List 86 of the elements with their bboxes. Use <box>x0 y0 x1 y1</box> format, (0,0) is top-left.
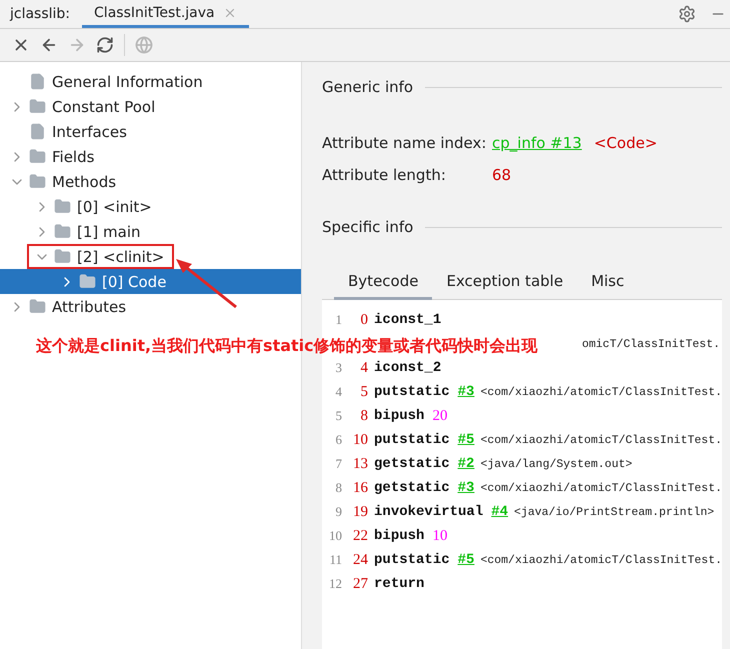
tree-item[interactable]: [0] <init> <box>0 194 302 219</box>
folder-icon <box>54 248 71 265</box>
tree-item[interactable]: Attributes <box>0 294 302 319</box>
file-tab[interactable]: ClassInitTest.java <box>82 0 249 28</box>
opcode: iconst_2 <box>374 360 442 376</box>
comment: omicT/ClassInitTest. <box>582 338 720 350</box>
comment: <com/xiaozhi/atomicT/ClassInitTest. <box>480 434 722 446</box>
offset: 24 <box>352 552 368 568</box>
attribute-label: Attribute name index: <box>322 134 488 152</box>
tab[interactable]: Exception table <box>432 266 578 300</box>
attribute-label: Attribute length: <box>322 166 447 184</box>
tree-item[interactable]: Constant Pool <box>0 94 302 119</box>
opcode: putstatic <box>374 384 450 400</box>
file-icon <box>29 123 46 140</box>
offset: 16 <box>352 480 368 496</box>
tree-item-label: [0] <init> <box>77 198 152 216</box>
section-title: Specific info <box>322 218 414 236</box>
refresh-button[interactable] <box>96 36 114 54</box>
tree-item[interactable]: [2] <clinit> <box>0 244 302 269</box>
folder-icon <box>54 198 71 215</box>
tree-item[interactable]: Fields <box>0 144 302 169</box>
tree-item-label: Fields <box>52 148 94 166</box>
tree-item-label: [2] <clinit> <box>77 248 164 266</box>
tree-item-label: Constant Pool <box>52 98 156 116</box>
offset: 22 <box>352 528 368 544</box>
opcode: return <box>374 576 424 592</box>
tree-item-label: General Information <box>52 72 203 90</box>
annotation-text: 这个就是clinit,当我们代码中有static修饰的变量或者代码快时会出现 <box>36 336 538 357</box>
line-number: 12 <box>328 576 342 592</box>
offset: 27 <box>352 576 368 592</box>
attribute-value: 68 <box>492 166 512 184</box>
folder-icon <box>29 148 46 165</box>
folder-icon <box>29 298 46 315</box>
line-number: 6 <box>334 432 342 448</box>
opcode: putstatic <box>374 552 450 568</box>
tree-item[interactable]: General Information <box>0 69 302 94</box>
file-icon <box>29 73 46 90</box>
opcode: putstatic <box>374 432 450 448</box>
tree-item[interactable]: [0] Code <box>0 269 302 294</box>
offset: 5 <box>360 384 368 400</box>
offset: 4 <box>360 360 368 376</box>
folder-icon <box>54 223 71 240</box>
opcode: getstatic <box>374 456 450 472</box>
line-number: 10 <box>328 528 342 544</box>
opcode: getstatic <box>374 480 450 496</box>
line-number: 3 <box>334 360 342 376</box>
line-number: 11 <box>328 552 342 568</box>
tree-item-label: Attributes <box>52 298 126 316</box>
comment: <com/xiaozhi/atomicT/ClassInitTest. <box>480 386 722 398</box>
line-number: 8 <box>334 480 342 496</box>
attribute-value: <Code> <box>594 134 658 152</box>
tree-item[interactable]: [1] main <box>0 219 302 244</box>
tree-item-label: Methods <box>52 172 116 190</box>
tree-item[interactable]: Interfaces <box>0 119 302 144</box>
line-number: 7 <box>334 456 342 472</box>
opcode: invokevirtual <box>374 504 484 520</box>
operand-value: 20 <box>432 408 448 424</box>
folder-icon <box>29 173 46 190</box>
section-title: Generic info <box>322 78 414 96</box>
offset: 8 <box>360 408 368 424</box>
tree-item-label: Interfaces <box>52 122 127 140</box>
opcode: bipush <box>374 408 424 424</box>
comment: <com/xiaozhi/atomicT/ClassInitTest. <box>480 482 722 494</box>
line-number: 4 <box>334 384 342 400</box>
line-number: 9 <box>334 504 342 520</box>
settings-icon[interactable] <box>678 5 696 23</box>
comment: <java/lang/System.out> <box>480 458 632 470</box>
offset: 0 <box>360 312 368 328</box>
window-title: jclasslib: <box>8 5 72 24</box>
tree-item-label: [0] Code <box>102 272 166 290</box>
folder-icon <box>79 273 96 290</box>
operand-value: 10 <box>432 528 448 544</box>
line-number: 1 <box>334 312 342 328</box>
tab[interactable]: Misc <box>577 266 638 300</box>
back-button[interactable] <box>40 36 58 54</box>
tree-item[interactable]: Methods <box>0 169 302 194</box>
offset: 19 <box>352 504 368 520</box>
opcode: bipush <box>374 528 424 544</box>
offset: 13 <box>352 456 368 472</box>
offset: 10 <box>352 432 368 448</box>
comment: <com/xiaozhi/atomicT/ClassInitTest. <box>480 554 722 566</box>
line-number: 5 <box>334 408 342 424</box>
folder-icon <box>29 98 46 115</box>
tree-item-label: [1] main <box>77 222 140 240</box>
comment: <java/io/PrintStream.println> <box>514 506 714 518</box>
opcode: iconst_1 <box>374 312 442 328</box>
